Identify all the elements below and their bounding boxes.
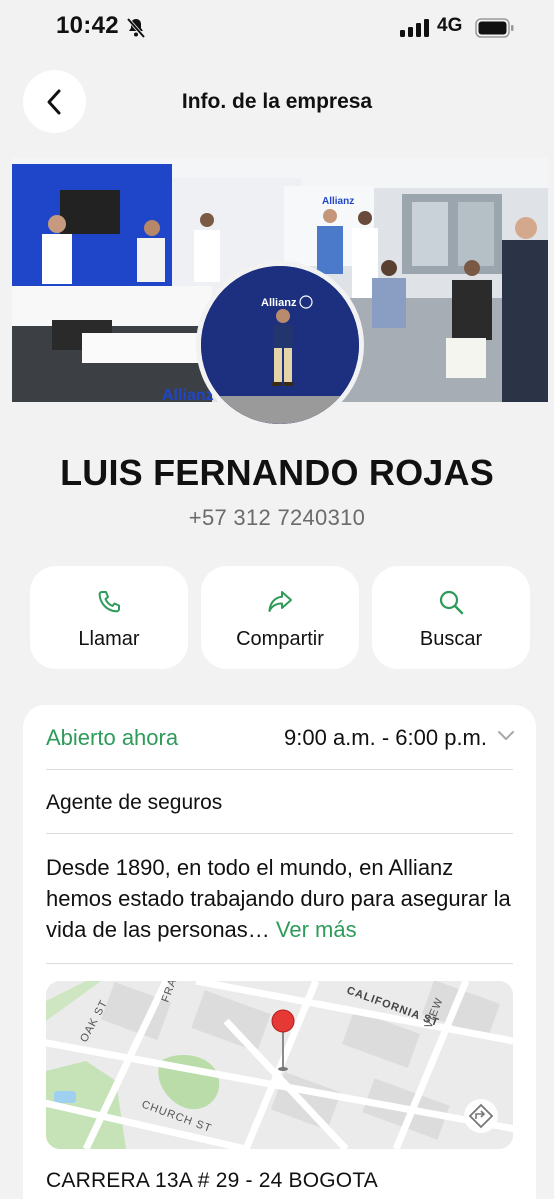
chevron-down-icon <box>498 731 514 740</box>
business-info-screen: 10:42 4G Info. de la empresa Allianz All… <box>0 0 554 1199</box>
signal-icon <box>400 19 429 37</box>
search-icon <box>439 590 464 615</box>
divider <box>46 769 513 770</box>
divider <box>46 963 513 964</box>
see-more-link[interactable]: Ver más <box>276 917 357 942</box>
search-button[interactable]: Buscar <box>372 566 530 669</box>
open-status: Abierto ahora <box>46 725 179 750</box>
divider <box>46 833 513 834</box>
status-time: 10:42 <box>56 12 119 39</box>
bell-slash-icon <box>126 17 146 39</box>
svg-text:Allianz: Allianz <box>162 387 214 402</box>
cover-brand: Allianz <box>322 196 354 207</box>
search-label: Buscar <box>419 628 483 650</box>
share-icon <box>268 591 292 612</box>
location-map[interactable]: OAK ST FRA CALIFORNIA ST VIEW CHURCH ST <box>46 981 513 1149</box>
business-description: Desde 1890, en todo el mundo, en Allianz… <box>46 852 516 945</box>
business-name: LUIS FERNANDO ROJAS <box>60 452 494 493</box>
page-title: Info. de la empresa <box>181 90 373 113</box>
battery-icon <box>475 18 514 38</box>
hours-row[interactable]: Abierto ahora 9:00 a.m. - 6:00 p.m. <box>46 705 514 769</box>
business-info-card: Abierto ahora 9:00 a.m. - 6:00 p.m. Agen… <box>23 705 536 1199</box>
business-address[interactable]: CARRERA 13A # 29 - 24 BOGOTA <box>46 1169 378 1193</box>
phone-number[interactable]: +57 312 7240310 <box>0 505 554 531</box>
avatar-brand: Allianz <box>261 297 297 309</box>
profile-avatar: Allianz <box>196 261 364 429</box>
call-button[interactable]: Llamar <box>30 566 188 669</box>
share-button[interactable]: Compartir <box>201 566 359 669</box>
share-label: Compartir <box>236 628 324 650</box>
network-label: 4G <box>437 15 463 36</box>
call-label: Llamar <box>78 628 140 650</box>
phone-icon <box>98 591 120 613</box>
business-category: Agente de seguros <box>46 791 223 814</box>
status-bar: 10:42 4G <box>0 0 554 56</box>
opening-hours: 9:00 a.m. - 6:00 p.m. <box>284 725 487 750</box>
